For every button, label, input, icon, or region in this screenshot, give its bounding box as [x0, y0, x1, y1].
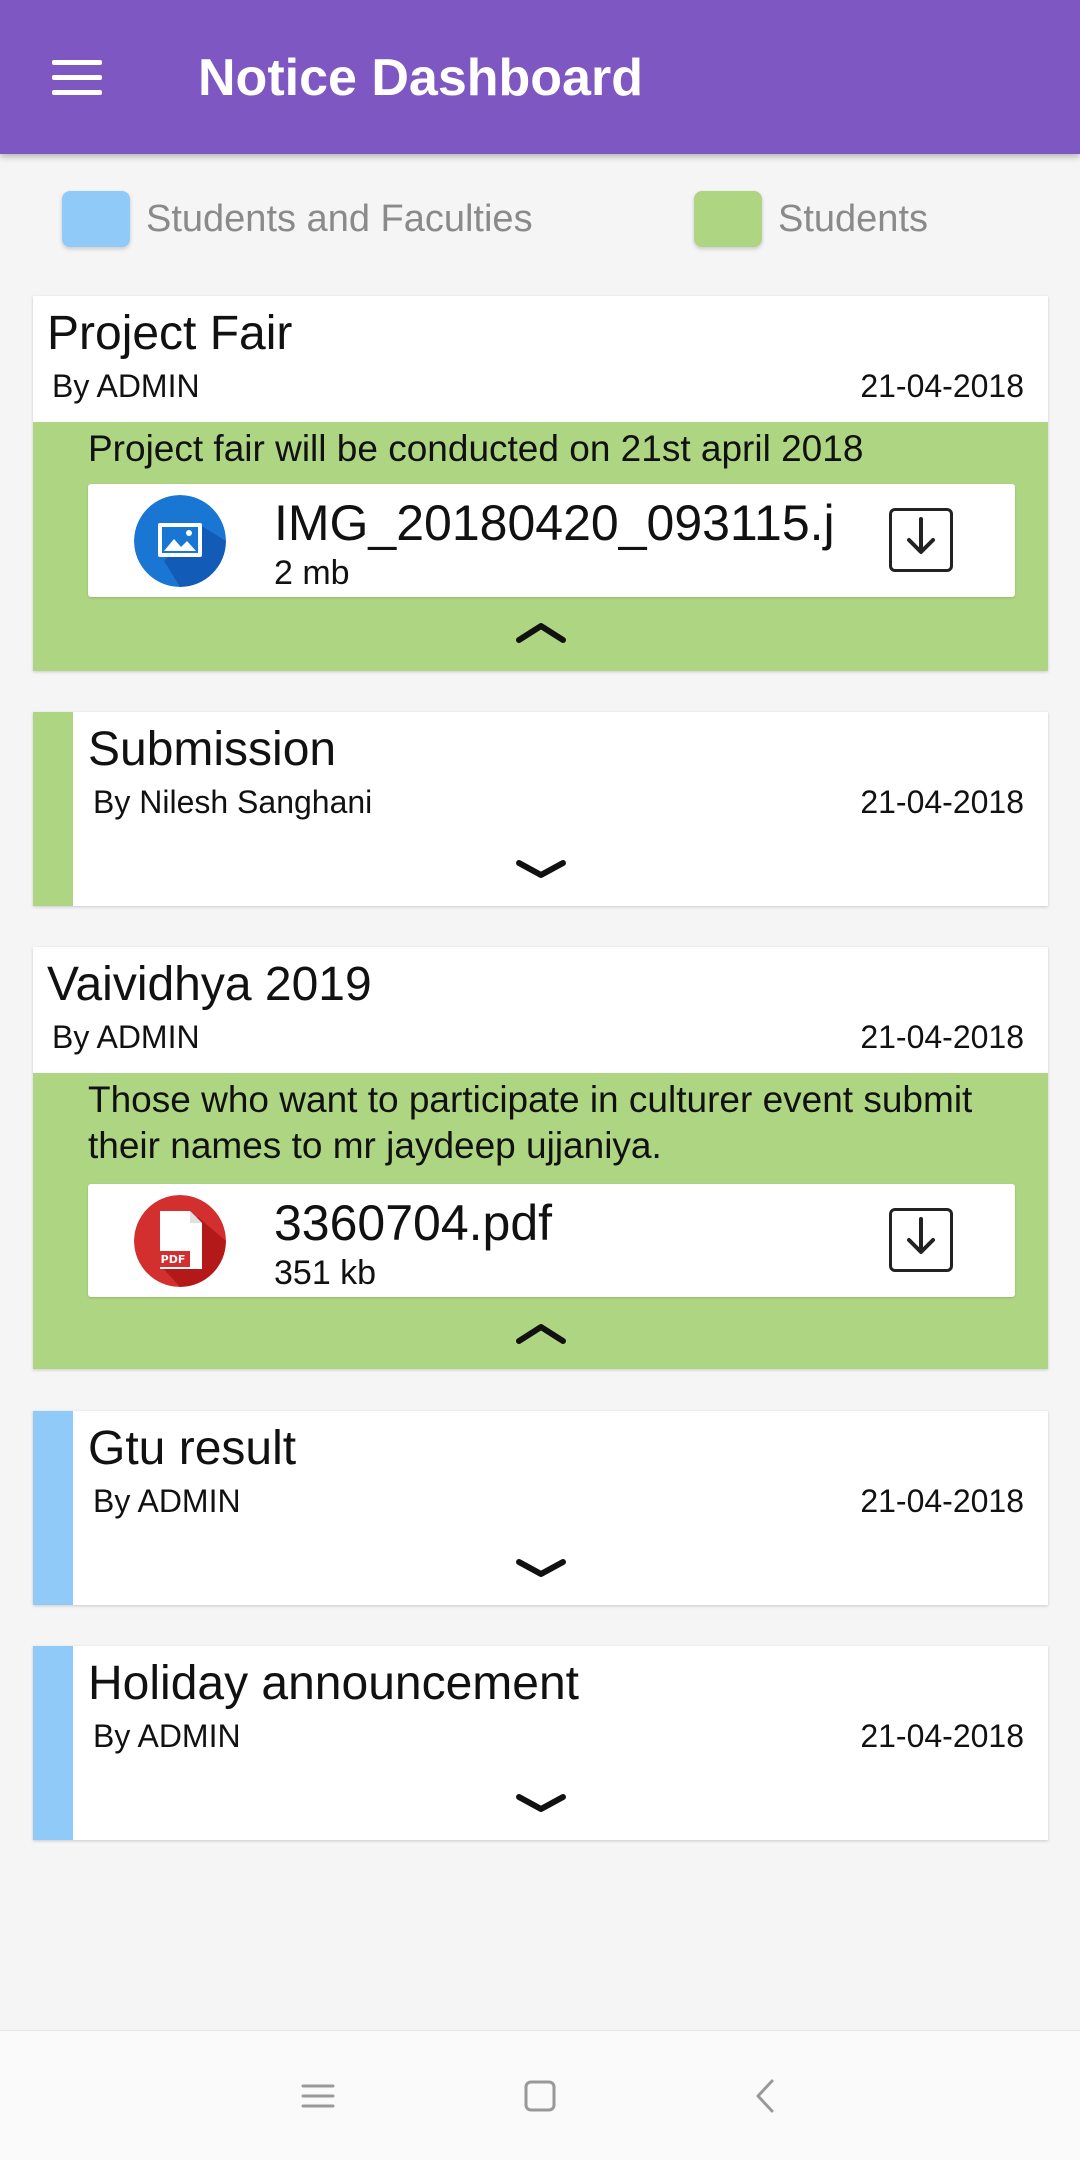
notice-card-submission[interactable]: Submission By Nilesh Sanghani 21-04-2018	[33, 712, 1048, 906]
home-icon[interactable]	[515, 2071, 565, 2121]
chevron-up-icon[interactable]	[513, 620, 569, 644]
app-bar: Notice Dashboard	[0, 0, 1080, 154]
notice-date: 21-04-2018	[860, 1019, 1024, 1055]
attachment-size: 351 kb	[274, 1254, 377, 1292]
download-icon[interactable]	[889, 508, 953, 572]
legend-item-students-and-faculties: Students and Faculties	[62, 185, 533, 253]
chevron-down-icon[interactable]	[513, 857, 569, 881]
chevron-up-icon[interactable]	[513, 1321, 569, 1345]
back-icon[interactable]	[741, 2071, 791, 2121]
notice-description: Project fair will be conducted on 21st a…	[88, 428, 864, 469]
legend-item-students: Students	[694, 185, 928, 253]
hamburger-menu-icon[interactable]	[40, 47, 114, 107]
notice-date: 21-04-2018	[860, 1718, 1024, 1754]
notice-card-vaividhya[interactable]: Vaividhya 2019 By ADMIN 21-04-2018 Those…	[33, 947, 1048, 1369]
notice-author: By ADMIN	[93, 1483, 241, 1519]
pdf-file-icon: PDF	[134, 1195, 226, 1287]
notice-author: By ADMIN	[93, 1718, 241, 1754]
image-file-icon	[134, 495, 226, 587]
blue-swatch	[62, 191, 130, 247]
notice-card-gtu-result[interactable]: Gtu result By ADMIN 21-04-2018	[33, 1411, 1048, 1605]
attachment-size: 2 mb	[274, 554, 350, 592]
attachment-filename: 3360704.pdf	[274, 1195, 553, 1251]
legend-label: Students	[778, 197, 928, 240]
attachment-filename: IMG_20180420_093115.j	[274, 495, 835, 551]
notice-author: By Nilesh Sanghani	[93, 784, 373, 820]
notice-title: Submission	[88, 723, 337, 776]
green-swatch	[694, 191, 762, 247]
audience-stripe	[33, 1646, 73, 1840]
notice-card-project-fair[interactable]: Project Fair By ADMIN 21-04-2018 Project…	[33, 296, 1048, 671]
notice-card-holiday-announcement[interactable]: Holiday announcement By ADMIN 21-04-2018	[33, 1646, 1048, 1840]
attachment-row[interactable]: PDF 3360704.pdf 351 kb	[88, 1184, 1015, 1297]
attachment-row[interactable]: IMG_20180420_093115.j 2 mb	[88, 484, 1015, 597]
notice-title: Gtu result	[88, 1422, 297, 1475]
audience-stripe	[33, 712, 73, 906]
legend-label: Students and Faculties	[146, 197, 533, 240]
recents-icon[interactable]	[293, 2071, 343, 2121]
notice-description: Those who want to participate in culture…	[88, 1079, 973, 1166]
chevron-down-icon[interactable]	[513, 1791, 569, 1815]
audience-stripe	[33, 1411, 73, 1605]
system-nav-bar	[0, 2030, 1080, 2160]
notice-title: Holiday announcement	[88, 1657, 579, 1710]
notice-title: Project Fair	[47, 307, 293, 360]
notice-date: 21-04-2018	[860, 784, 1024, 820]
notice-date: 21-04-2018	[860, 1483, 1024, 1519]
notice-body: Project fair will be conducted on 21st a…	[33, 422, 1048, 671]
notice-author: By ADMIN	[52, 1019, 200, 1055]
page-title: Notice Dashboard	[198, 49, 643, 107]
download-icon[interactable]	[889, 1208, 953, 1272]
pdf-badge: PDF	[161, 1253, 186, 1266]
notice-title: Vaividhya 2019	[47, 958, 372, 1011]
notice-date: 21-04-2018	[860, 368, 1024, 404]
notice-author: By ADMIN	[52, 368, 200, 404]
audience-legend: Students and Faculties Students	[0, 185, 1080, 253]
chevron-down-icon[interactable]	[513, 1556, 569, 1580]
notice-body: Those who want to participate in culture…	[33, 1073, 1048, 1369]
